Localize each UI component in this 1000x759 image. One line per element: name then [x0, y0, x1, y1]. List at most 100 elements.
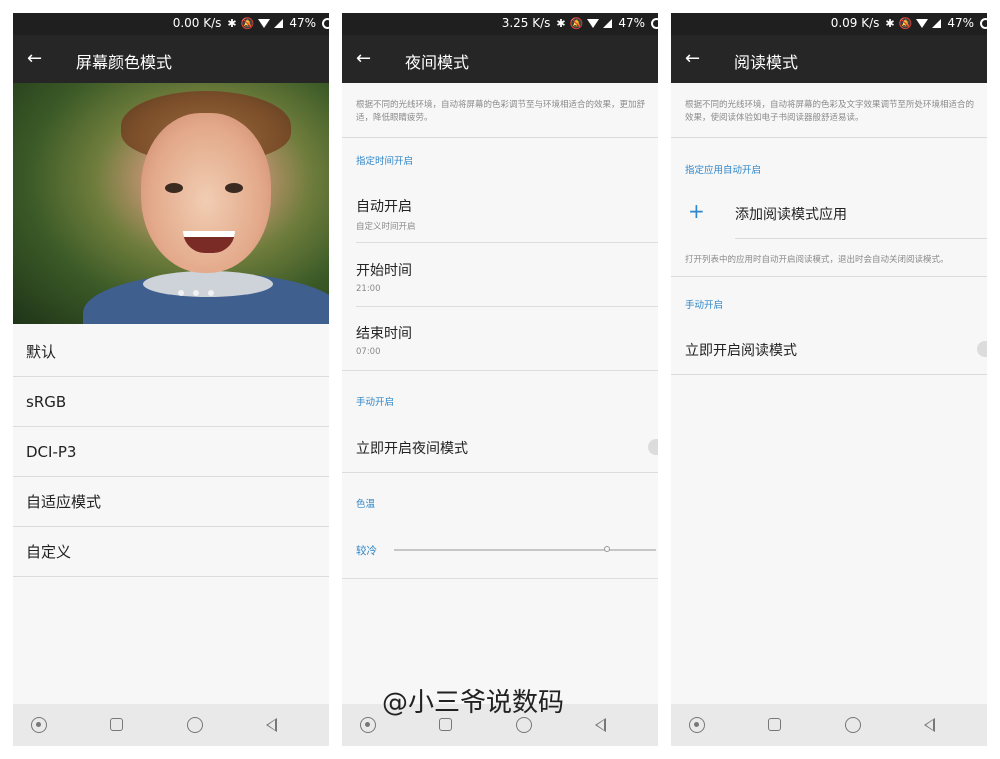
reading-mode-toggle-row[interactable]: 立即开启阅读模式 — [685, 340, 797, 360]
carousel-indicator — [178, 290, 214, 296]
network-speed: 0.09 K/s — [830, 16, 880, 30]
back-arrow-icon[interactable]: ← — [685, 47, 709, 71]
navigation-bar — [671, 704, 987, 746]
color-mode-option-default[interactable]: 默认 — [13, 327, 329, 377]
back-arrow-icon[interactable]: ← — [356, 47, 380, 71]
back-arrow-icon[interactable]: ← — [27, 47, 51, 71]
divider — [735, 238, 987, 239]
square-icon[interactable] — [439, 718, 452, 731]
divider — [671, 276, 987, 277]
square-icon[interactable] — [768, 718, 781, 731]
start-time-title: 开始时间 — [356, 263, 412, 279]
triangle-back-icon[interactable] — [595, 718, 606, 732]
night-mode-toggle-row[interactable]: 立即开启夜间模式 — [356, 438, 468, 458]
plus-icon[interactable]: + — [688, 199, 705, 223]
status-bar: 0.00 K/s ✱ 🔕 47% — [13, 13, 329, 35]
watermark-text: @小三爷说数码 — [382, 688, 565, 718]
toolbar: ← 屏幕颜色模式 — [13, 35, 329, 83]
color-mode-option-srgb[interactable]: sRGB — [13, 377, 329, 427]
status-bar: 0.09 K/s ✱ 🔕 47% — [671, 13, 987, 35]
mute-icon: 🔕 — [569, 16, 584, 30]
battery-percent: 47% — [618, 16, 645, 30]
end-time-title: 结束时间 — [356, 326, 412, 342]
color-mode-option-adaptive[interactable]: 自适应模式 — [13, 477, 329, 527]
section-scheduled: 指定时间开启 — [356, 156, 414, 167]
mute-icon: 🔕 — [240, 16, 255, 30]
battery-percent: 47% — [289, 16, 316, 30]
square-icon[interactable] — [110, 718, 123, 731]
status-icons: ✱ 🔕 — [227, 16, 284, 30]
dot-icon[interactable] — [689, 717, 705, 733]
wifi-icon — [587, 18, 600, 28]
start-time-row[interactable]: 开始时间 21:00 — [356, 260, 412, 294]
carousel-dot[interactable] — [208, 290, 214, 296]
reading-mode-toggle-label: 立即开启阅读模式 — [685, 343, 797, 359]
circle-icon[interactable] — [516, 717, 532, 733]
night-mode-toggle-switch[interactable] — [648, 439, 658, 455]
bluetooth-icon: ✱ — [227, 16, 237, 30]
color-mode-option-dci-p3[interactable]: DCI-P3 — [13, 427, 329, 477]
auto-on-row[interactable]: 自动开启 自定义时间开启 — [356, 196, 416, 232]
signal-icon — [603, 18, 613, 28]
auto-on-title: 自动开启 — [356, 199, 412, 215]
divider — [342, 370, 658, 371]
divider — [342, 472, 658, 473]
dot-icon[interactable] — [31, 717, 47, 733]
triangle-back-icon[interactable] — [266, 718, 277, 732]
start-time-value: 21:00 — [356, 284, 381, 294]
color-mode-list: 默认 sRGB DCI-P3 自适应模式 自定义 — [13, 327, 329, 577]
battery-ring-icon — [651, 17, 658, 29]
divider — [342, 137, 658, 138]
night-mode-description: 根据不同的光线环境，自动将屏幕的色彩调节至与环境相适合的效果，更加舒适，降低眼睛… — [356, 100, 646, 123]
divider — [356, 242, 658, 243]
page-title: 夜间模式 — [405, 53, 470, 72]
reading-apps-hint: 打开列表中的应用时自动开启阅读模式，退出时会自动关闭阅读模式。 — [685, 255, 949, 265]
battery-percent: 47% — [947, 16, 974, 30]
divider — [356, 306, 658, 307]
color-temp-slider[interactable] — [394, 549, 656, 551]
end-time-value: 07:00 — [356, 347, 381, 357]
preview-image-carousel[interactable] — [13, 83, 329, 324]
divider — [342, 578, 658, 579]
status-bar: 3.25 K/s ✱ 🔕 47% — [342, 13, 658, 35]
bluetooth-icon: ✱ — [885, 16, 895, 30]
network-speed: 3.25 K/s — [501, 16, 551, 30]
color-temp-cool-label: 较冷 — [356, 545, 377, 557]
wifi-icon — [916, 18, 929, 28]
preview-photo-eye-right — [225, 183, 243, 193]
divider — [671, 374, 987, 375]
page-title: 屏幕颜色模式 — [76, 53, 173, 72]
status-icons: ✱ 🔕 — [556, 16, 613, 30]
add-reading-app-label: 添加阅读模式应用 — [735, 207, 847, 223]
mute-icon: 🔕 — [898, 16, 913, 30]
carousel-dot[interactable] — [178, 290, 184, 296]
dot-icon[interactable] — [360, 717, 376, 733]
night-mode-toggle-label: 立即开启夜间模式 — [356, 441, 468, 457]
circle-icon[interactable] — [845, 717, 861, 733]
auto-on-subtitle: 自定义时间开启 — [356, 222, 416, 232]
bluetooth-icon: ✱ — [556, 16, 566, 30]
circle-icon[interactable] — [187, 717, 203, 733]
signal-icon — [932, 18, 942, 28]
toolbar: ← 夜间模式 — [342, 35, 658, 83]
color-mode-option-custom[interactable]: 自定义 — [13, 527, 329, 577]
navigation-bar — [13, 704, 329, 746]
section-manual: 手动开启 — [356, 397, 395, 408]
page-title: 阅读模式 — [734, 53, 799, 72]
signal-icon — [274, 18, 284, 28]
add-reading-app-button[interactable]: 添加阅读模式应用 — [735, 204, 847, 224]
preview-photo-eye-left — [165, 183, 183, 193]
color-temp-slider-knob[interactable] — [604, 546, 610, 552]
battery-ring-icon — [322, 17, 329, 29]
battery-ring-icon — [980, 17, 987, 29]
night-mode-screen: 3.25 K/s ✱ 🔕 47% ← 夜间模式 根据不同的光线环境，自动将屏幕的… — [342, 13, 658, 746]
network-speed: 0.00 K/s — [172, 16, 222, 30]
reading-mode-toggle-switch[interactable] — [977, 341, 987, 357]
carousel-dot[interactable] — [193, 290, 199, 296]
triangle-back-icon[interactable] — [924, 718, 935, 732]
section-manual: 手动开启 — [685, 300, 724, 311]
toolbar: ← 阅读模式 — [671, 35, 987, 83]
status-icons: ✱ 🔕 — [885, 16, 942, 30]
section-color-temp: 色温 — [356, 499, 376, 510]
end-time-row[interactable]: 结束时间 07:00 — [356, 323, 412, 357]
